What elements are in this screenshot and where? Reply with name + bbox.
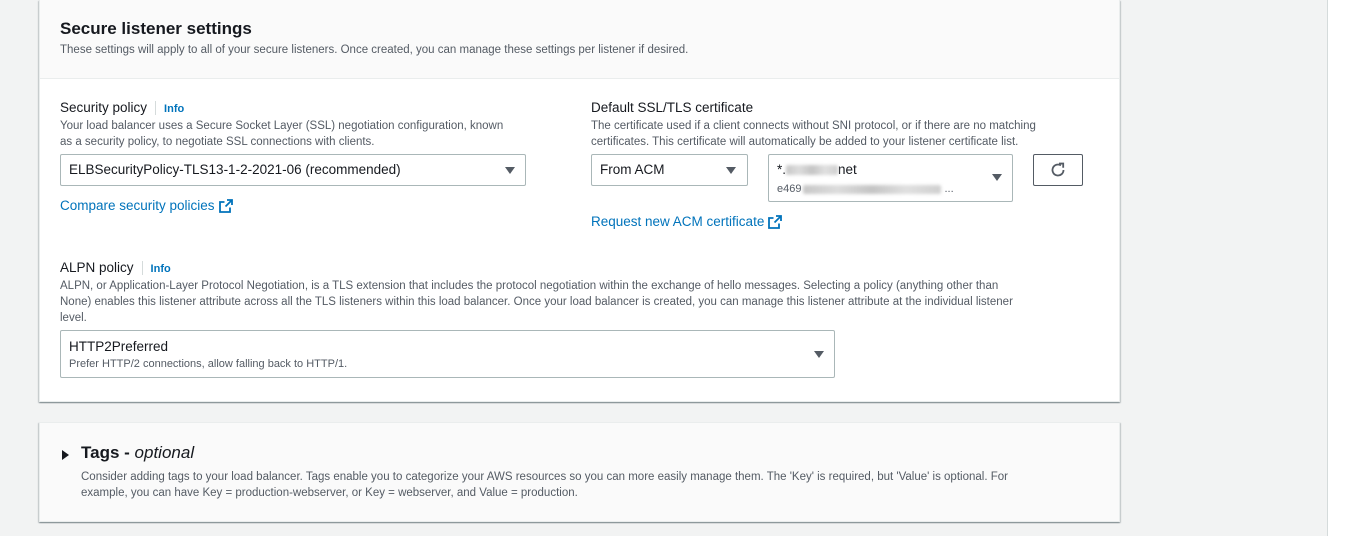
certificate-desc-line1: The certificate used if a client connect… <box>591 120 1036 132</box>
certificate-label-row: Default SSL/TLS certificate <box>591 99 753 117</box>
external-link-icon <box>218 198 233 213</box>
certificate-label: Default SSL/TLS certificate <box>591 100 754 115</box>
tags-title: Tags - optional <box>81 443 194 463</box>
certificate-name: *. net <box>777 162 857 177</box>
certificate-id: e469... <box>777 183 954 195</box>
request-acm-certificate-label: Request new ACM certificate <box>591 214 765 229</box>
caret-right-icon <box>62 450 69 460</box>
security-policy-selected-value: ELBSecurityPolicy-TLS13-1-2-2021-06 (rec… <box>69 162 401 177</box>
secure-listener-settings-container: Secure listener settings These settings … <box>39 0 1120 402</box>
alpn-desc-line3: level. <box>60 312 87 324</box>
certificate-id-ellipsis: ... <box>944 183 954 195</box>
caret-down-icon <box>726 167 736 174</box>
tags-optional-label: optional <box>134 443 195 462</box>
certificate-id-prefix: e469 <box>777 183 802 195</box>
security-policy-desc-line2: as a security policy, to negotiate SSL c… <box>60 136 375 148</box>
tags-desc-line1: Consider adding tags to your load balanc… <box>81 471 1008 483</box>
certificate-description: The certificate used if a client connect… <box>591 118 1036 150</box>
certificate-desc-line2: certificates. This certificate will auto… <box>591 136 1019 148</box>
tags-title-text: Tags - <box>81 443 130 462</box>
alpn-desc-line2: None) enables this listener attribute ac… <box>60 296 1013 308</box>
request-acm-certificate-link[interactable]: Request new ACM certificate <box>591 213 783 231</box>
label-divider <box>155 100 157 115</box>
alpn-selected-value: HTTP2Preferred <box>69 339 169 354</box>
alpn-selected-description: Prefer HTTP/2 connections, allow falling… <box>69 358 348 370</box>
certificate-name-suffix: net <box>838 162 857 177</box>
compare-security-policies-link[interactable]: Compare security policies <box>60 197 233 215</box>
certificate-name-prefix: *. <box>777 162 787 177</box>
alpn-desc-line1: ALPN, or Application-Layer Protocol Nego… <box>60 280 999 292</box>
alpn-policy-select[interactable]: HTTP2Preferred Prefer HTTP/2 connections… <box>60 330 835 378</box>
label-divider <box>141 260 143 275</box>
caret-down-icon <box>505 167 515 174</box>
tags-desc-line2: example, you can have Key = production-w… <box>81 487 578 499</box>
right-side-rail <box>1327 0 1368 536</box>
certificate-select[interactable]: *. net e469... <box>768 154 1013 202</box>
external-link-icon <box>768 214 783 229</box>
compare-security-policies-label: Compare security policies <box>60 198 215 213</box>
alpn-policy-info-link[interactable]: Info <box>151 263 171 275</box>
alpn-policy-description: ALPN, or Application-Layer Protocol Nego… <box>60 278 1100 326</box>
security-policy-description: Your load balancer uses a Secure Socket … <box>60 118 503 150</box>
tags-expand-toggle[interactable]: Tags - optional <box>40 441 240 467</box>
security-policy-info-link[interactable]: Info <box>164 103 184 115</box>
security-policy-select[interactable]: ELBSecurityPolicy-TLS13-1-2-2021-06 (rec… <box>60 154 526 186</box>
caret-down-icon <box>814 351 824 358</box>
security-policy-label-row: Security policy Info <box>60 99 184 117</box>
redacted-block <box>786 165 839 176</box>
redacted-block <box>803 184 942 194</box>
secure-listener-description: These settings will apply to all of your… <box>60 44 689 56</box>
alpn-policy-label: ALPN policy <box>60 260 134 275</box>
secure-listener-header: Secure listener settings These settings … <box>40 0 1119 79</box>
refresh-certificates-button[interactable] <box>1033 154 1083 186</box>
alpn-policy-label-row: ALPN policy Info <box>60 259 171 277</box>
tags-description: Consider adding tags to your load balanc… <box>81 469 1101 501</box>
secure-listener-title: Secure listener settings <box>60 19 252 38</box>
security-policy-label: Security policy <box>60 100 148 115</box>
tags-section: Tags - optional Consider adding tags to … <box>39 422 1120 522</box>
security-policy-desc-line1: Your load balancer uses a Secure Socket … <box>60 120 504 132</box>
refresh-icon <box>1051 162 1065 177</box>
caret-down-icon <box>992 174 1002 181</box>
certificate-source-value: From ACM <box>600 162 665 177</box>
certificate-source-select[interactable]: From ACM <box>591 154 748 186</box>
